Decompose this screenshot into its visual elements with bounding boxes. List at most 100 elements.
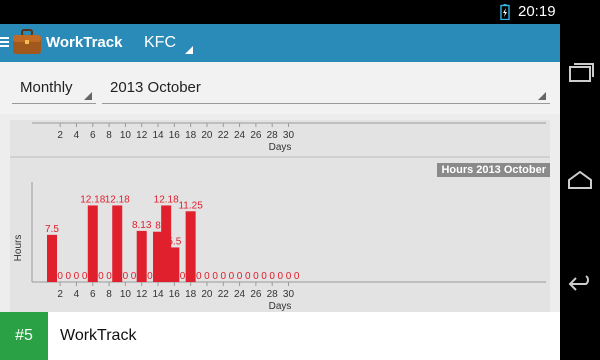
data-label: 0 xyxy=(253,271,259,282)
data-label: 0 xyxy=(82,271,88,282)
x-tick-label: 14 xyxy=(152,289,164,300)
x-tick-label: 6 xyxy=(90,130,96,141)
data-label: 0 xyxy=(278,271,284,282)
previous-chart: 2 4 6 8 10 12 14 16 18 20 22 24 26 28 30 Days xyxy=(10,120,550,158)
x-tick-label: 22 xyxy=(218,130,230,141)
x-tick-label: 8 xyxy=(106,130,112,141)
data-label: 0 xyxy=(286,271,292,282)
status-bar: 20:19 xyxy=(0,0,560,24)
x-tick-label: 24 xyxy=(234,289,246,300)
x-tick-label: 18 xyxy=(185,130,197,141)
data-label: 0 xyxy=(220,271,226,282)
data-label: 0 xyxy=(229,271,235,282)
data-label: 0 xyxy=(123,271,129,282)
x-tick-label: 4 xyxy=(74,130,80,141)
month-label: 2013 October xyxy=(110,79,201,96)
dropdown-arrow-icon xyxy=(185,46,193,54)
app-title: WorkTrack xyxy=(46,34,123,51)
x-tick-label: 30 xyxy=(283,289,295,300)
app-rank-banner[interactable]: #5 WorkTrack xyxy=(0,312,560,360)
app-screen: 20:19 WorkTrack KFC Monthly 2013 October xyxy=(0,0,560,360)
data-label: 8.13 xyxy=(132,220,152,231)
data-label: 0 xyxy=(196,271,202,282)
charts-area[interactable]: 2 4 6 8 10 12 14 16 18 20 22 24 26 28 30 Days Hours 201… xyxy=(10,120,550,320)
data-label: 7.5 xyxy=(45,224,59,235)
data-label: 0 xyxy=(57,271,63,282)
month-spinner[interactable]: 2013 October xyxy=(102,72,550,104)
data-label: 0 xyxy=(180,271,186,282)
home-icon[interactable] xyxy=(566,168,594,192)
data-label: 0 xyxy=(147,271,153,282)
spinner-underline xyxy=(12,103,96,104)
company-label: KFC xyxy=(144,34,176,51)
x-axis-label: Days xyxy=(269,142,292,153)
period-spinner[interactable]: Monthly xyxy=(12,72,96,104)
x-tick-label: 10 xyxy=(120,130,132,141)
data-label: 0 xyxy=(74,271,80,282)
data-label: 0 xyxy=(245,271,251,282)
data-label: 5.5 xyxy=(167,236,181,247)
dropdown-arrow-icon xyxy=(538,92,546,100)
x-tick-label: 24 xyxy=(234,130,246,141)
menu-icon[interactable] xyxy=(0,36,10,48)
data-label: 12.18 xyxy=(105,194,130,205)
data-label: 0 xyxy=(237,271,243,282)
data-label: 0 xyxy=(269,271,275,282)
bar xyxy=(169,247,180,282)
x-tick-label: 16 xyxy=(169,289,181,300)
dropdown-arrow-icon xyxy=(84,92,92,100)
battery-charging-icon xyxy=(500,4,510,20)
company-spinner[interactable]: KFC xyxy=(132,24,198,62)
data-label: 0 xyxy=(204,271,210,282)
x-tick-label: 16 xyxy=(169,130,181,141)
data-label: 0 xyxy=(131,271,137,282)
briefcase-icon[interactable] xyxy=(12,28,42,56)
banner-title: WorkTrack xyxy=(60,327,137,344)
x-tick-label: 14 xyxy=(152,130,164,141)
x-tick-label: 22 xyxy=(218,289,230,300)
period-label: Monthly xyxy=(20,79,73,96)
data-label: 0 xyxy=(66,271,72,282)
bar xyxy=(185,211,196,282)
x-axis-label: Days xyxy=(269,301,292,312)
x-tick-label: 10 xyxy=(120,289,132,300)
x-tick-label: 28 xyxy=(267,130,279,141)
chart-title: Hours 2013 October xyxy=(437,163,550,177)
x-tick-label: 26 xyxy=(250,130,262,141)
x-tick-label: 28 xyxy=(267,289,279,300)
data-label: 0 xyxy=(106,271,112,282)
x-tick-label: 20 xyxy=(201,289,213,300)
x-tick-label: 2 xyxy=(57,289,63,300)
x-tick-label: 26 xyxy=(250,289,262,300)
data-label: 0 xyxy=(294,271,300,282)
hours-chart-plot: Hours7.50 0 0 012.180 012.180 08.130812.185.5… xyxy=(13,182,546,312)
x-tick-label: 12 xyxy=(136,130,148,141)
bar xyxy=(87,205,98,282)
navigation-bar xyxy=(560,0,600,360)
x-tick-label: 12 xyxy=(136,289,148,300)
back-icon[interactable] xyxy=(566,272,594,296)
y-axis-label: Hours xyxy=(13,235,24,262)
x-tick-label: 8 xyxy=(106,289,112,300)
data-label: 0 xyxy=(212,271,218,282)
data-label: 0 xyxy=(261,271,267,282)
x-tick-label: 18 xyxy=(185,289,197,300)
filter-bar: Monthly 2013 October xyxy=(0,62,560,114)
hours-chart: Hours 2013 October Hours 7.5 0 0 0 0 12.18 0 0 12… xyxy=(10,162,550,320)
bar xyxy=(112,205,123,282)
x-tick-label: 2 xyxy=(57,130,63,141)
data-label: 11.25 xyxy=(178,200,203,211)
bar xyxy=(136,230,147,282)
x-tick-label: 4 xyxy=(74,289,80,300)
spinner-underline xyxy=(102,103,550,104)
data-label: 12.18 xyxy=(154,194,179,205)
data-label: 12.18 xyxy=(80,194,105,205)
previous-chart-plot: 2 4 6 8 10 12 14 16 18 20 22 24 26 28 30Days xyxy=(32,122,546,153)
x-tick-label: 20 xyxy=(201,130,213,141)
x-tick-label: 30 xyxy=(283,130,295,141)
bar xyxy=(47,234,57,282)
recent-apps-icon[interactable] xyxy=(566,62,594,86)
rank-badge: #5 xyxy=(0,312,48,360)
action-bar: WorkTrack KFC xyxy=(0,24,560,62)
x-tick-label: 6 xyxy=(90,289,96,300)
